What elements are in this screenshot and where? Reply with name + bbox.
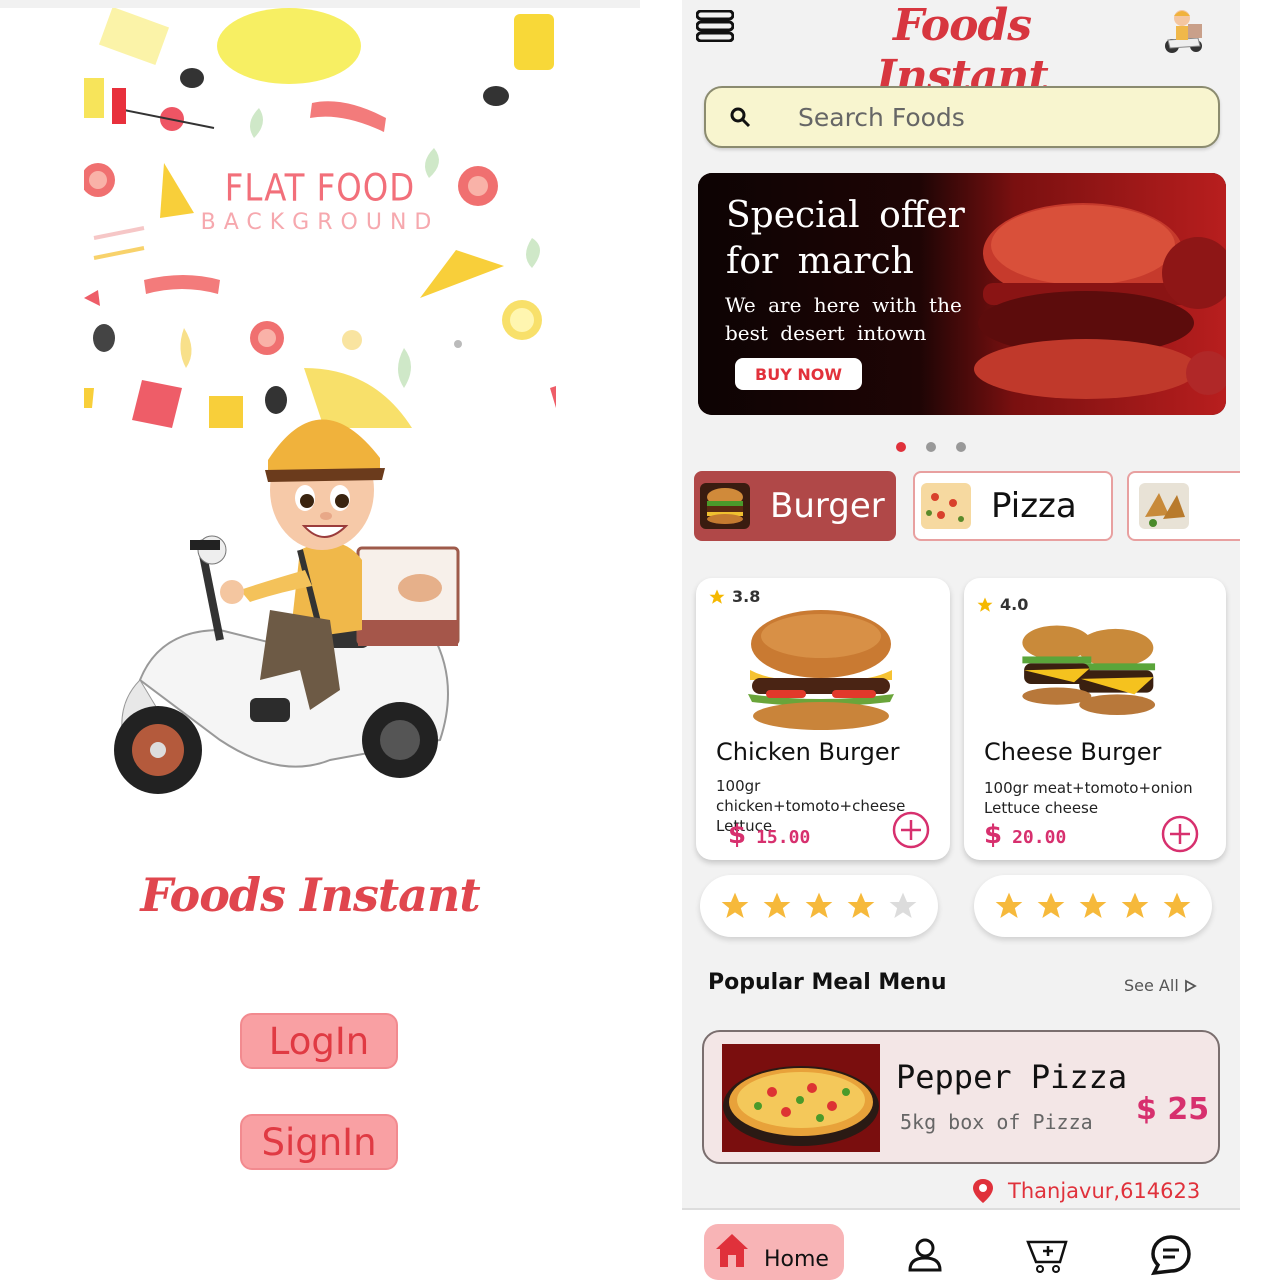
banner-title: Special offer for march [726,195,965,282]
home-screen: Foods Instant Search Foods Special offer… [682,0,1240,1280]
location-pin-icon [973,1179,993,1203]
background-title: FLAT FOOD [224,166,416,211]
status-strip [0,0,640,8]
burger-thumbnail [700,483,750,529]
category-burger[interactable]: Burger [694,471,896,541]
meal-name: Pepper Pizza [896,1058,1128,1096]
nav-home-label: Home [764,1246,829,1272]
brand-title: Foods Instant [140,868,480,922]
login-button[interactable]: LogIn [240,1013,398,1069]
star-filled-icon[interactable] [1035,890,1067,922]
star-filled-icon[interactable] [993,890,1025,922]
chat-icon[interactable] [1150,1234,1192,1276]
pepper-pizza-image [722,1044,880,1152]
background-subtitle: BACKGROUND [200,210,440,235]
cart-icon[interactable] [1026,1236,1070,1274]
carousel-dot[interactable] [926,442,936,452]
product-price: $ 15.00 [728,820,810,850]
banner-subtitle: We are here with the best desert intown [725,293,962,345]
search-input[interactable] [798,102,1178,132]
delivery-rider-illustration [114,419,460,794]
rating: 3.8 [708,587,760,606]
add-to-cart-icon[interactable] [1161,815,1199,853]
star-filled-icon[interactable] [1161,890,1193,922]
star-filled-icon[interactable] [719,890,751,922]
play-arrow-icon [1184,978,1197,993]
price-value: 20.00 [1012,827,1067,848]
product-card-chicken-burger[interactable]: 3.8 Chicken Burger 100gr chicken+tomoto+… [696,578,950,860]
category-label: Burger [770,486,885,526]
nav-home[interactable]: Home [704,1224,844,1280]
currency-symbol: $ [984,820,1003,850]
search-bar[interactable] [704,86,1220,148]
chicken-burger-image [748,610,894,730]
signin-button[interactable]: SignIn [240,1114,398,1170]
rating-value: 4.0 [1000,595,1029,614]
category-pizza[interactable]: Pizza [913,471,1113,541]
profile-icon[interactable] [906,1236,944,1274]
buy-now-button[interactable]: BUY NOW [735,358,862,390]
star-filled-icon[interactable] [803,890,835,922]
samosa-thumbnail [1139,483,1189,529]
desc-line: 100gr meat+tomoto+onion [984,779,1193,797]
see-all-link[interactable]: See All [1124,976,1197,995]
currency-symbol: $ [728,820,747,850]
star-rating-chicken-burger[interactable] [700,875,938,937]
star-filled-icon[interactable] [845,890,877,922]
product-name: Cheese Burger [984,738,1162,766]
popular-meal-card[interactable]: Pepper Pizza 5kg box of Pizza $ 25 [702,1030,1220,1164]
star-icon [977,597,993,612]
menu-icon[interactable] [696,10,734,42]
welcome-screen: FLAT FOOD BACKGROUND Foods Instant LogIn [0,0,640,1280]
rating-value: 3.8 [732,587,761,606]
profile-avatar[interactable] [1162,6,1206,56]
search-icon [730,107,751,128]
product-name: Chicken Burger [716,738,900,766]
see-all-label: See All [1124,976,1179,995]
product-card-cheese-burger[interactable]: 4.0 Cheese Burger 100gr meat+tomoto+onio… [964,578,1226,860]
star-rating-cheese-burger[interactable] [974,875,1212,937]
price-value: 15.00 [756,827,811,848]
star-empty-icon[interactable] [887,890,919,922]
pizza-thumbnail [921,483,971,529]
cheese-burger-image [1022,625,1156,716]
product-price: $ 20.00 [984,820,1066,850]
product-description: 100gr meat+tomoto+onion Lettuce cheese [984,778,1216,818]
flat-food-background: FLAT FOOD BACKGROUND [84,8,556,428]
star-filled-icon[interactable] [1077,890,1109,922]
location[interactable]: Thanjavur,614623 [972,1178,1200,1204]
carousel-indicator [896,442,966,452]
star-filled-icon[interactable] [1119,890,1151,922]
bottom-navigation: Home [682,1208,1240,1280]
meal-price: $ 25 [1136,1092,1210,1127]
home-icon [716,1234,748,1267]
popular-meal-title: Popular Meal Menu [708,970,947,995]
category-label: Pizza [991,486,1077,526]
carousel-dot[interactable] [956,442,966,452]
rating: 4.0 [976,595,1028,614]
category-snacks[interactable] [1127,471,1240,541]
star-filled-icon[interactable] [761,890,793,922]
meal-description: 5kg box of Pizza [900,1110,1093,1134]
carousel-dot-active[interactable] [896,442,906,452]
star-icon [709,589,725,604]
add-to-cart-icon[interactable] [892,811,930,849]
location-text: Thanjavur,614623 [1008,1179,1201,1203]
offer-banner[interactable]: Special offer for march We are here with… [698,173,1226,415]
desc-line: 100gr chicken+tomoto+cheese [716,777,906,815]
